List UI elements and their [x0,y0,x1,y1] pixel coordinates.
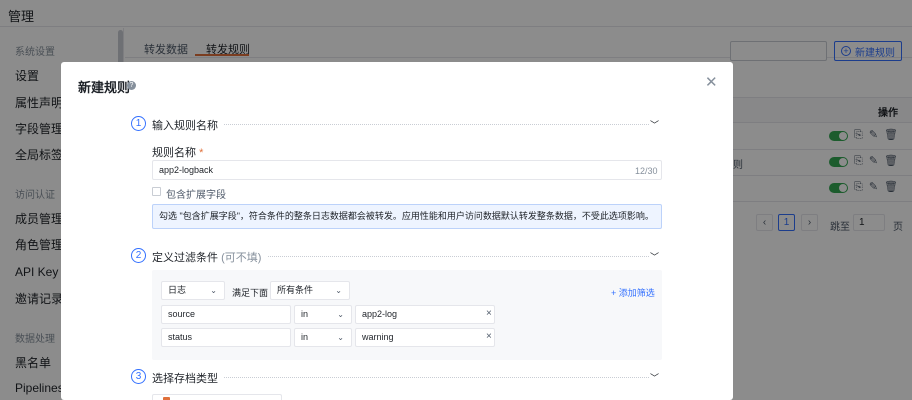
step-filter[interactable]: 2 定义过滤条件 (可不填) ﹀ [131,248,659,265]
required-mark: * [199,147,204,159]
new-rule-modal: 新建规则 ? ✕ 1 输入规则名称 ﹀ 规则名称 * 12/30 包含扩展字段 … [61,62,733,400]
step-divider [152,124,649,125]
filter-field-input[interactable]: source [161,305,291,324]
step-number: 3 [131,369,146,384]
help-icon[interactable]: ? [127,81,136,90]
chevron-down-icon[interactable]: ﹀ [650,371,659,384]
step-title: 输入规则名称 [152,117,224,133]
step-title: 选择存档类型 [152,370,224,386]
step-archive-type[interactable]: 3 选择存档类型 ﹀ [131,369,659,386]
include-extended-fields-label[interactable]: 包含扩展字段 [166,186,226,201]
rule-name-input[interactable] [152,160,662,180]
archive-type-select[interactable] [152,394,282,400]
data-type-select[interactable]: 日志 ⌄ [161,281,225,300]
step-title: 定义过滤条件 (可不填) [152,249,268,265]
chevron-down-icon[interactable]: ﹀ [650,118,659,131]
chevron-down-icon: ⌄ [337,310,344,319]
remove-filter-icon[interactable]: × [486,308,492,319]
chevron-down-icon[interactable]: ﹀ [650,250,659,263]
step-number: 1 [131,116,146,131]
step-divider [152,377,649,378]
char-count: 12/30 [635,166,658,176]
add-filter-link[interactable]: + 添加筛选 [611,286,655,299]
chevron-down-icon: ⌄ [335,286,342,295]
include-extended-fields-checkbox[interactable] [152,187,161,196]
filter-field-input[interactable]: status [161,328,291,347]
chevron-down-icon: ⌄ [210,286,217,295]
meet-label: 满足下面 [232,288,269,298]
step-number: 2 [131,248,146,263]
rule-name-label: 规则名称 * [152,147,204,159]
condition-mode-select[interactable]: 所有条件 ⌄ [270,281,350,300]
step-rule-name[interactable]: 1 输入规则名称 ﹀ [131,116,659,133]
info-notice: 勾选 "包含扩展字段"，符合条件的整条日志数据都会被转发。应用性能和用户访问数据… [152,204,662,229]
remove-filter-icon[interactable]: × [486,331,492,342]
modal-title: 新建规则 [78,80,131,95]
close-icon[interactable]: ✕ [705,73,718,91]
filter-value-input[interactable]: warning [355,328,495,347]
filter-operator-select[interactable]: in ⌄ [294,305,352,324]
chevron-down-icon: ⌄ [337,333,344,342]
filter-operator-select[interactable]: in ⌄ [294,328,352,347]
filter-value-input[interactable]: app2-log [355,305,495,324]
